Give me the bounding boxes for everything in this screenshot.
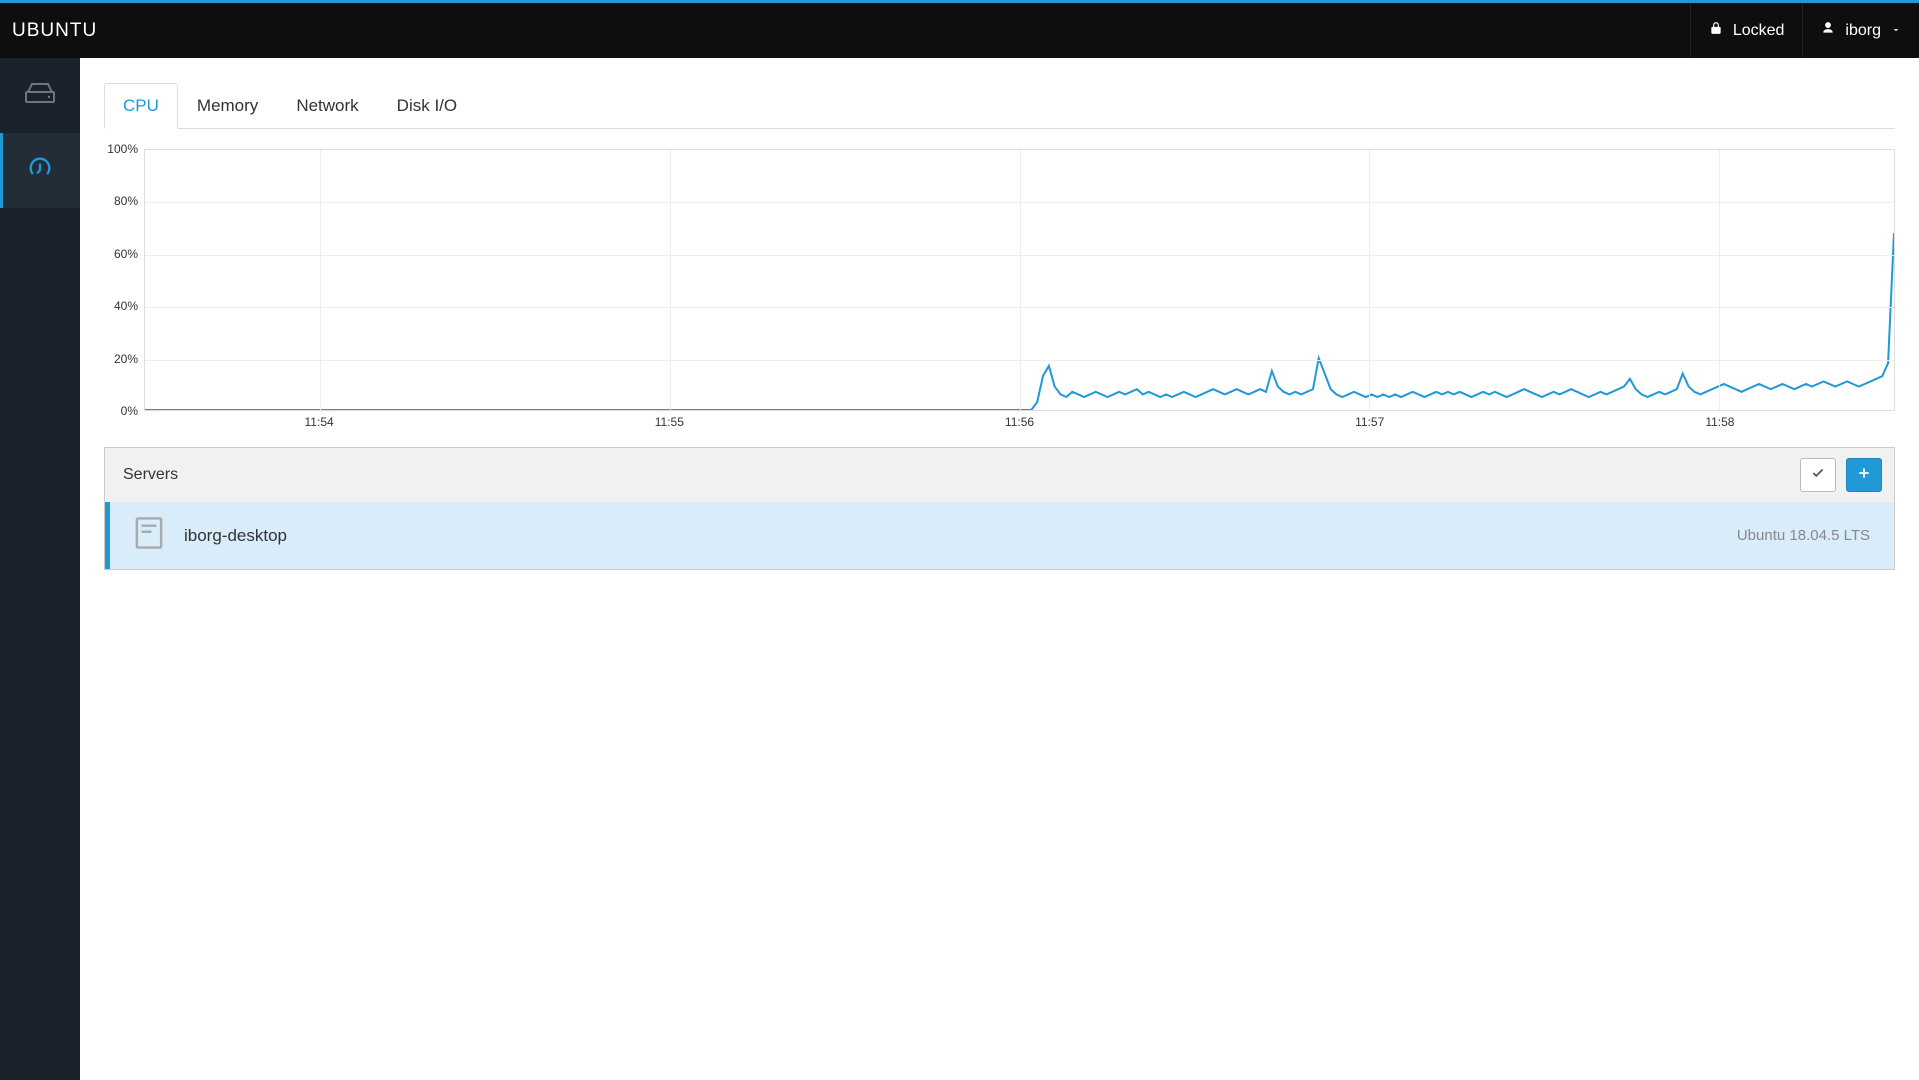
tab-label: CPU	[123, 96, 159, 115]
servers-title: Servers	[123, 466, 178, 484]
tab-cpu[interactable]: CPU	[104, 83, 178, 129]
x-tick-label: 11:58	[1705, 415, 1734, 429]
y-tick-label: 0%	[121, 404, 138, 418]
server-icon	[134, 516, 164, 555]
sidebar-item-storage[interactable]	[0, 58, 80, 133]
x-tick-label: 11:54	[305, 415, 334, 429]
tab-label: Memory	[197, 96, 258, 115]
y-tick-label: 60%	[114, 247, 138, 261]
add-server-button[interactable]	[1846, 458, 1882, 492]
server-row[interactable]: iborg-desktop Ubuntu 18.04.5 LTS	[105, 502, 1894, 569]
y-tick-label: 40%	[114, 299, 138, 313]
servers-header: Servers	[105, 448, 1894, 502]
server-os: Ubuntu 18.04.5 LTS	[1737, 527, 1870, 544]
chart-x-axis: 11:54 11:55 11:56 11:57 11:58	[144, 415, 1895, 435]
tab-network[interactable]: Network	[277, 83, 377, 129]
lock-icon	[1709, 21, 1723, 40]
confirm-button[interactable]	[1800, 458, 1836, 492]
sidebar	[0, 58, 80, 1080]
chart-plot-area	[144, 149, 1895, 411]
gauge-icon	[26, 154, 54, 187]
chart: 0%20%40%60%80%100% 11:5411:5511:5611:571…	[104, 149, 1895, 435]
user-label: iborg	[1845, 22, 1881, 40]
storage-icon	[25, 82, 55, 109]
app-title: UBUNTU	[12, 20, 97, 42]
plus-icon	[1857, 466, 1871, 485]
servers-panel: Servers	[104, 447, 1895, 570]
lock-status[interactable]: Locked	[1690, 3, 1803, 58]
tab-label: Network	[296, 96, 358, 115]
x-tick-label: 11:55	[655, 415, 684, 429]
header: UBUNTU Locked iborg	[0, 3, 1919, 58]
y-tick-label: 80%	[114, 194, 138, 208]
server-name: iborg-desktop	[184, 526, 287, 546]
y-tick-label: 100%	[107, 142, 138, 156]
tab-memory[interactable]: Memory	[178, 83, 277, 129]
main-content: CPU Memory Network Disk I/O 0% 20% 40% 60% 8…	[80, 58, 1919, 1080]
user-icon	[1821, 21, 1835, 40]
y-tick-label: 20%	[114, 352, 138, 366]
lock-label: Locked	[1733, 22, 1785, 40]
tab-label: Disk I/O	[397, 96, 457, 115]
tab-diskio[interactable]: Disk I/O	[378, 83, 476, 129]
chart-y-axis: 0%20%40%60%80%100%	[104, 149, 144, 411]
x-tick-label: 11:56	[1005, 415, 1034, 429]
check-icon	[1811, 466, 1825, 485]
sidebar-item-dashboard[interactable]	[0, 133, 80, 208]
chevron-down-icon	[1891, 22, 1901, 40]
tabs: CPU Memory Network Disk I/O	[104, 82, 1895, 129]
user-menu[interactable]: iborg	[1802, 3, 1919, 58]
x-tick-label: 11:57	[1355, 415, 1384, 429]
